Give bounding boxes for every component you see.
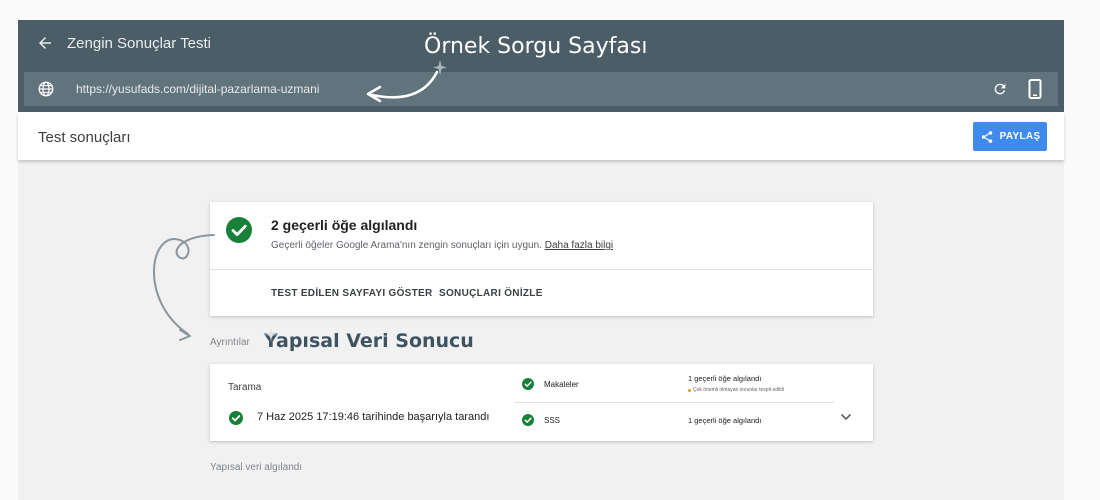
back-arrow-icon[interactable]	[36, 34, 54, 52]
annotation-structured-data: Yapısal Veri Sonucu	[264, 330, 474, 352]
chevron-down-icon[interactable]	[840, 412, 852, 422]
check-circle-icon	[522, 414, 534, 426]
results-header-bar: Test sonuçları PAYLAŞ	[18, 112, 1064, 160]
results-title: Test sonuçları	[38, 129, 131, 146]
check-circle-icon	[226, 217, 252, 243]
globe-icon	[38, 81, 54, 97]
details-label: Ayrıntılar	[210, 337, 250, 348]
share-label: PAYLAŞ	[999, 131, 1041, 142]
preview-results-button[interactable]: SONUÇLARI ÖNİZLE	[439, 288, 543, 299]
summary-title: 2 geçerli öğe algılandı	[271, 217, 418, 233]
crawl-heading: Tarama	[228, 382, 262, 393]
divider	[514, 402, 834, 403]
summary-description: Geçerli öğeler Google Arama'nın zengin s…	[271, 240, 613, 251]
check-circle-icon	[229, 411, 243, 425]
valid-item-count: 1 geçerli öğe algılandı	[688, 374, 762, 383]
view-tested-page-button[interactable]: TEST EDİLEN SAYFAYI GÖSTER	[271, 288, 433, 299]
reload-icon[interactable]	[992, 81, 1008, 97]
valid-item-count: 1 geçerli öğe algılandı	[688, 416, 762, 425]
warning-dot	[688, 388, 691, 392]
details-card: Tarama 7 Haz 2025 17:19:46 tarihinde baş…	[210, 364, 873, 441]
summary-card: 2 geçerli öğe algılandı Geçerli öğeler G…	[210, 202, 873, 316]
phone-icon[interactable]	[1028, 79, 1042, 99]
item-type-faq: SSS	[544, 416, 561, 425]
learn-more-link[interactable]: Daha fazla bilgi	[545, 240, 613, 251]
check-circle-icon	[522, 378, 534, 390]
item-type-articles: Makaleler	[544, 380, 579, 389]
warning-note: Çok önemli olmayan sorunlar tespit edild…	[688, 387, 784, 393]
divider	[210, 269, 873, 270]
annotation-query-page: Örnek Sorgu Sayfası	[424, 34, 648, 59]
share-button[interactable]: PAYLAŞ	[973, 122, 1047, 151]
structured-data-detected-label: Yapısal veri algılandı	[210, 462, 303, 473]
crawl-status: 7 Haz 2025 17:19:46 tarihinde başarıyla …	[257, 411, 490, 423]
app-title: Zengin Sonuçlar Testi	[67, 35, 211, 52]
share-icon	[981, 130, 992, 143]
summary-description-text: Geçerli öğeler Google Arama'nın zengin s…	[271, 240, 542, 251]
warning-note-text: Çok önemli olmayan sorunlar tespit edild…	[693, 387, 785, 393]
url-text: https://yusufads.com/dijital-pazarlama-u…	[76, 82, 320, 96]
url-bar[interactable]: https://yusufads.com/dijital-pazarlama-u…	[24, 72, 1058, 106]
